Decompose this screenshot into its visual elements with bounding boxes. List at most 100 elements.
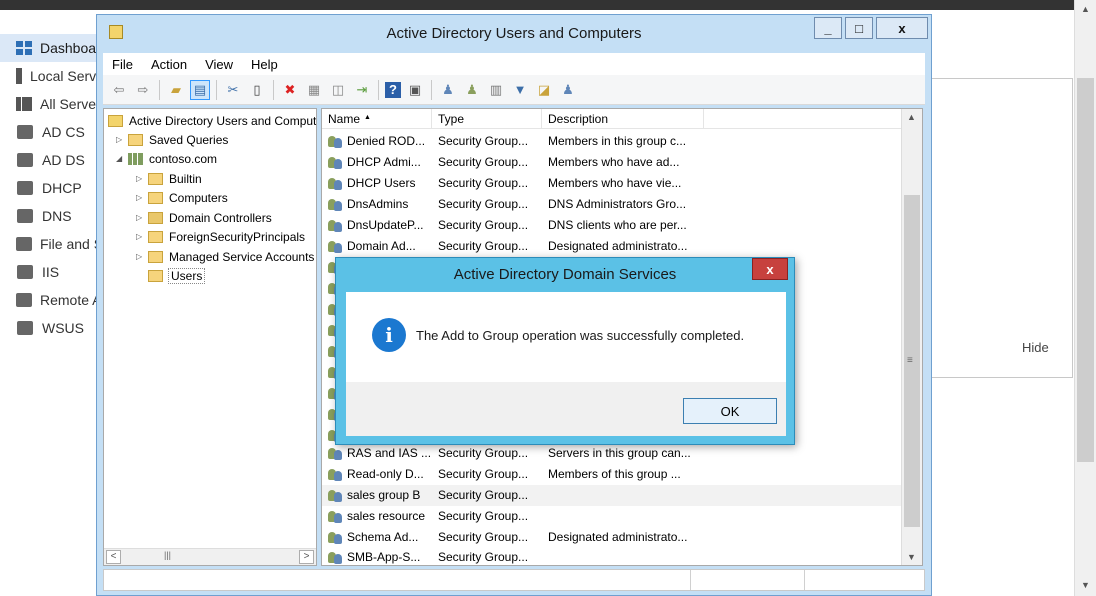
maximize-button[interactable]: □ [845, 17, 873, 39]
menu-help[interactable]: Help [242, 57, 287, 72]
expand-icon[interactable]: ▷ [116, 135, 128, 144]
tree-node-label: Builtin [169, 171, 202, 186]
back-icon[interactable]: ⇦ [109, 80, 129, 100]
sidebar-item-ad-ds[interactable]: AD DS [0, 146, 96, 174]
tree-node-managed-service-accounts[interactable]: ▷ Managed Service Accounts [136, 247, 314, 266]
table-row[interactable]: Schema Ad... Security Group... Designated … [322, 527, 902, 548]
sidebar-item-file-storage[interactable]: File and Storage Services [0, 230, 96, 258]
hide-link[interactable]: Hide [1022, 340, 1049, 355]
list-vertical-scrollbar[interactable]: ▲ ≡ ▼ [901, 109, 922, 565]
scroll-up-icon[interactable]: ▲ [907, 112, 916, 122]
show-tree-icon[interactable]: ▤ [190, 79, 210, 100]
page-scrollbar[interactable]: ▲ ▼ [1074, 0, 1096, 596]
sidebar-item-local-server[interactable]: Local Server [0, 62, 96, 90]
information-icon: i [372, 318, 406, 352]
scroll-grip-icon: ≡ [907, 355, 913, 366]
dashboard-icon [16, 40, 32, 56]
menu-file[interactable]: File [103, 57, 142, 72]
table-row[interactable]: Read-only D... Security Group... Members o… [322, 464, 902, 485]
tree-node-domain-controllers[interactable]: ▷ Domain Controllers [136, 208, 272, 227]
tree-root[interactable]: Active Directory Users and Computers [108, 111, 316, 130]
dialog-close-button[interactable]: x [752, 258, 788, 280]
group-icon [328, 530, 343, 544]
expand-icon[interactable]: ▷ [136, 193, 148, 202]
copy-icon[interactable]: ▯ [247, 80, 267, 100]
properties-icon[interactable]: ▦ [304, 80, 324, 100]
tree-node-saved-queries[interactable]: ▷ Saved Queries [116, 130, 228, 149]
minimize-button[interactable]: _ [814, 17, 842, 39]
ok-button[interactable]: OK [683, 398, 777, 424]
menu-action[interactable]: Action [142, 57, 196, 72]
column-header-type[interactable]: Type [432, 109, 542, 129]
expand-icon[interactable]: ▷ [136, 174, 148, 183]
add-to-group-icon[interactable]: ♟ [558, 80, 578, 100]
window-titlebar[interactable]: Active Directory Users and Computers _ □… [97, 15, 931, 53]
folder-icon [148, 269, 163, 282]
group-icon [328, 467, 343, 481]
servers-icon [16, 96, 32, 112]
sidebar-item-label: DNS [42, 208, 72, 224]
close-button[interactable]: x [876, 17, 928, 39]
tree-node-users[interactable]: Users [136, 266, 206, 285]
scroll-up-icon[interactable]: ▲ [1081, 4, 1090, 14]
sidebar-item-label: Remote Access [40, 292, 96, 308]
expand-icon[interactable]: ▷ [136, 252, 148, 261]
filter-icon[interactable]: ▼ [510, 80, 530, 100]
tree-horizontal-scrollbar[interactable]: < ||| > [104, 548, 316, 565]
file-storage-icon [16, 236, 32, 252]
group-icon [328, 488, 343, 502]
refresh-icon[interactable]: ◫ [328, 80, 348, 100]
sidebar-item-dhcp[interactable]: DHCP [0, 174, 96, 202]
new-user-icon[interactable]: ♟ [438, 80, 458, 100]
sidebar-item-label: DHCP [42, 180, 82, 196]
cut-icon[interactable]: ✂ [223, 80, 243, 100]
new-group-icon[interactable]: ♟ [462, 80, 482, 100]
table-row[interactable]: DHCP Admi... Security Group... Members who… [322, 152, 902, 173]
sidebar-item-remote-access[interactable]: Remote Access [0, 286, 96, 314]
tree-node-label: contoso.com [149, 151, 218, 166]
new-ou-icon[interactable]: ▥ [486, 80, 506, 100]
table-row[interactable]: Denied ROD... Security Group... Members in… [322, 131, 902, 152]
table-row[interactable]: sales resource Security Group... [322, 506, 902, 527]
table-row[interactable]: DnsUpdateP... Security Group... DNS client… [322, 215, 902, 236]
sidebar-item-dns[interactable]: DNS [0, 202, 96, 230]
table-row[interactable]: SMB-App-S... Security Group... [322, 547, 902, 565]
help-icon[interactable]: ? [385, 81, 401, 98]
sidebar-item-all-servers[interactable]: All Servers [0, 90, 96, 118]
dialog-message: The Add to Group operation was successfu… [416, 328, 745, 343]
dns-icon [16, 208, 34, 224]
expand-icon[interactable]: ▷ [136, 213, 148, 222]
console-tree[interactable]: Active Directory Users and Computers ▷ Sa… [103, 108, 317, 566]
tree-node-foreign-security-principals[interactable]: ▷ ForeignSecurityPrincipals [136, 227, 305, 246]
table-row[interactable]: Domain Ad... Security Group... Designated … [322, 236, 902, 257]
tree-node-contoso[interactable]: ◢ contoso.com [116, 149, 217, 168]
sidebar-item-ad-cs[interactable]: AD CS [0, 118, 96, 146]
scroll-down-icon[interactable]: ▼ [1081, 580, 1090, 590]
collapse-icon[interactable]: ◢ [116, 154, 128, 163]
console-icon[interactable]: ▣ [405, 80, 425, 100]
table-row[interactable]: DnsAdmins Security Group... DNS Administra… [322, 194, 902, 215]
menu-view[interactable]: View [196, 57, 242, 72]
export-icon[interactable]: ⇥ [352, 80, 372, 100]
sidebar-item-iis[interactable]: IIS [0, 258, 96, 286]
tree-node-computers[interactable]: ▷ Computers [136, 188, 228, 207]
delete-icon[interactable]: ✖ [280, 80, 300, 100]
tree-node-builtin[interactable]: ▷ Builtin [136, 169, 202, 188]
up-folder-icon[interactable]: ▰ [166, 80, 186, 100]
column-header-name[interactable]: Name ▲ [322, 109, 432, 129]
expand-icon[interactable]: ▷ [136, 232, 148, 241]
table-row[interactable]: sales group B Security Group... [322, 485, 902, 506]
sidebar-item-dashboard[interactable]: Dashboard [0, 34, 96, 62]
scroll-down-icon[interactable]: ▼ [907, 552, 916, 562]
column-header-description[interactable]: Description [542, 109, 704, 129]
table-row[interactable]: DHCP Users Security Group... Members who h… [322, 173, 902, 194]
find-icon[interactable]: ◪ [534, 80, 554, 100]
tree-node-label: Domain Controllers [169, 210, 272, 225]
sidebar-item-wsus[interactable]: WSUS [0, 314, 96, 342]
table-row[interactable]: RAS and IAS ... Security Group... Servers … [322, 443, 902, 464]
group-icon [328, 446, 343, 460]
scroll-thumb[interactable] [1077, 78, 1094, 462]
scroll-right-icon[interactable]: > [299, 550, 314, 564]
forward-icon[interactable]: ⇨ [133, 80, 153, 100]
scroll-left-icon[interactable]: < [106, 550, 121, 564]
